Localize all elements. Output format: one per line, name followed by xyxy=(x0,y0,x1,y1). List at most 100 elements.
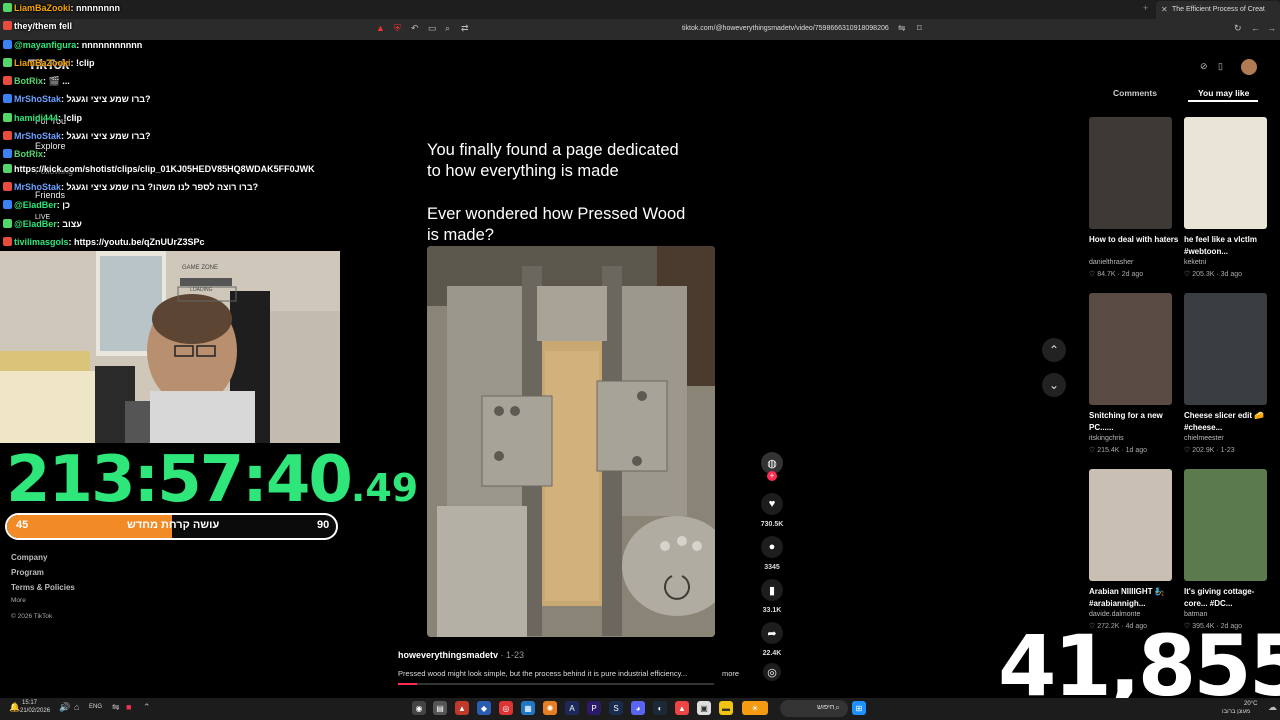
music-disc-icon[interactable]: ◎ xyxy=(763,663,781,681)
taskbar-word-icon[interactable]: ▦ xyxy=(521,701,535,715)
recommended-author[interactable]: chielmeester xyxy=(1184,435,1224,442)
chat-username[interactable]: @mayanfigura xyxy=(14,40,76,50)
video-player[interactable] xyxy=(427,246,715,637)
language-indicator[interactable]: ENG xyxy=(89,704,102,710)
nav-forward-icon[interactable]: → xyxy=(1267,23,1276,33)
recommended-age: 1-23 xyxy=(1220,447,1235,454)
share-url-icon[interactable]: ⇋ xyxy=(898,23,906,34)
bookmark-icon[interactable]: ⌑ xyxy=(917,23,922,34)
close-tab-icon[interactable]: ✕ xyxy=(1161,5,1168,14)
browser-tab[interactable]: ✕ The Efficient Process of Creat xyxy=(1156,1,1280,19)
recommended-title[interactable]: Snitching for a new PC...... xyxy=(1089,410,1179,434)
recording-icon[interactable]: ▲ xyxy=(376,23,385,33)
recommended-title[interactable]: Arabian NIIIIGHT 🧞 #arabiannigh... xyxy=(1089,586,1179,610)
taskbar-ae-icon[interactable]: A xyxy=(565,701,579,715)
taskbar-brave-icon[interactable]: ▲ xyxy=(455,701,469,715)
recommended-thumbnail[interactable] xyxy=(1089,117,1172,229)
recommended-author[interactable]: itskingchris xyxy=(1089,435,1124,442)
translate-icon[interactable]: ⇄ xyxy=(461,23,469,34)
recommended-thumbnail[interactable] xyxy=(1184,293,1267,405)
chat-username[interactable]: BotRix xyxy=(14,76,43,86)
taskbar-app-icon[interactable]: ▤ xyxy=(433,701,447,715)
taskbar-steam-icon[interactable]: ◐ xyxy=(653,701,667,715)
clock-date[interactable]: 21/02/2026 xyxy=(20,708,50,714)
taskbar-ps-icon[interactable]: S xyxy=(609,701,623,715)
taskbar-blender-icon[interactable]: ✺ xyxy=(543,701,557,715)
recommended-thumbnail[interactable] xyxy=(1184,117,1267,229)
footer-more[interactable]: More xyxy=(11,597,26,604)
chat-username[interactable]: hamidi444 xyxy=(14,113,58,123)
chat-username[interactable]: BotRix xyxy=(14,149,43,159)
next-video-button[interactable]: ⌄ xyxy=(1042,373,1066,397)
tray-app-icon[interactable]: ■ xyxy=(126,702,131,712)
webcam-image xyxy=(0,251,340,443)
chat-text: : ברו שמע ציצי וגעגל? xyxy=(61,131,151,141)
taskbar-store-icon[interactable]: ▣ xyxy=(697,701,711,715)
recommended-title[interactable]: Cheese slicer edit 🧀 #cheese... xyxy=(1184,410,1274,434)
video-progress[interactable] xyxy=(398,683,714,685)
taskbar-vscode-icon[interactable]: ◆ xyxy=(477,701,491,715)
phone-icon[interactable]: ▯ xyxy=(1218,61,1223,72)
tab-comments[interactable]: Comments xyxy=(1113,88,1157,98)
weather-temp[interactable]: 20°C xyxy=(1244,701,1257,707)
chat-username[interactable]: @EladBer xyxy=(14,219,57,229)
comment-icon[interactable]: ● xyxy=(761,536,783,558)
chat-username[interactable]: @EladBer xyxy=(14,200,57,210)
chat-username[interactable]: MrShoStak xyxy=(14,182,61,192)
recommended-title[interactable]: How to deal with haters xyxy=(1089,234,1179,246)
recommended-title[interactable]: he feel like a vlctlm #webtoon... xyxy=(1184,234,1274,258)
chat-username[interactable]: LiamBaZooki xyxy=(14,58,71,68)
share-icon[interactable]: ➦ xyxy=(761,622,783,644)
chat-username[interactable]: LiamBaZooki xyxy=(14,3,71,13)
follow-plus-icon[interactable]: + xyxy=(767,471,777,481)
chat-text: : ברו שמע ציצי וגעגל? xyxy=(61,94,151,104)
taskbar-obs-icon[interactable]: ◉ xyxy=(412,701,426,715)
taskbar-brave2-icon[interactable]: ▲ xyxy=(675,701,689,715)
webcam-sign-loading: LOADING xyxy=(190,287,213,293)
weather-icon[interactable]: ☁ xyxy=(1268,702,1277,713)
tab-you-may-like[interactable]: You may like xyxy=(1198,88,1249,98)
shield-icon[interactable]: ⛨ xyxy=(394,23,401,34)
recommended-author[interactable]: keketni xyxy=(1184,259,1206,266)
tray-chevron-icon[interactable]: ⌃ xyxy=(143,702,151,713)
recommended-thumbnail[interactable] xyxy=(1089,293,1172,405)
search-icon[interactable]: ⌕ xyxy=(445,23,450,34)
network-icon[interactable]: ⌂ xyxy=(74,702,79,712)
profile-avatar[interactable] xyxy=(1241,59,1257,75)
weather-desc[interactable]: מעונן ברובו xyxy=(1222,709,1250,715)
author-name[interactable]: howeverythingsmadetv xyxy=(398,650,498,660)
footer-program[interactable]: Program xyxy=(11,568,44,577)
taskbar-weather-widget-icon[interactable]: ☀ xyxy=(742,701,768,715)
footer-company[interactable]: Company xyxy=(11,553,47,562)
recommended-author[interactable]: danielthrasher xyxy=(1089,259,1133,266)
taskbar-chrome-icon[interactable]: ◎ xyxy=(499,701,513,715)
start-button-icon[interactable]: ⊞ xyxy=(852,701,866,715)
save-icon[interactable]: ▮ xyxy=(761,579,783,601)
recommended-thumbnail[interactable] xyxy=(1184,469,1267,581)
taskbar-explorer-icon[interactable]: ▬ xyxy=(719,701,733,715)
recommended-thumbnail[interactable] xyxy=(1089,469,1172,581)
timer-icon[interactable]: ⊘ xyxy=(1200,61,1208,72)
clock-time[interactable]: 15:17 xyxy=(22,700,37,706)
chat-username[interactable]: MrShoStak xyxy=(14,131,61,141)
more-link[interactable]: more xyxy=(722,669,739,678)
footer-terms[interactable]: Terms & Policies xyxy=(11,583,75,592)
usb-icon[interactable]: ⇋ xyxy=(112,702,120,713)
notification-icon[interactable]: 🔔 xyxy=(9,702,20,713)
taskbar-pr-icon[interactable]: P xyxy=(587,701,601,715)
recommended-title[interactable]: It's giving cottage-core... #DC... xyxy=(1184,586,1274,610)
taskbar-search-icon[interactable]: ⌕ xyxy=(835,702,840,713)
volume-icon[interactable]: 🔊 xyxy=(59,702,70,713)
like-icon[interactable]: ♥ xyxy=(761,493,783,515)
reload-icon[interactable]: ↻ xyxy=(1234,23,1242,34)
sidebar-icon[interactable]: ▭ xyxy=(428,23,437,34)
chat-username[interactable]: tivilimasgols xyxy=(14,237,69,247)
url-field[interactable]: tiktok.com/@howeverythingsmadetv/video/7… xyxy=(682,25,889,32)
video-author[interactable]: howeverythingsmadetv · 1-23 xyxy=(398,650,524,660)
back-icon[interactable]: ↶ xyxy=(411,23,419,34)
taskbar-discord-icon[interactable]: ◕ xyxy=(631,701,645,715)
previous-video-button[interactable]: ⌃ xyxy=(1042,338,1066,362)
new-tab-icon[interactable]: + xyxy=(1143,3,1148,13)
nav-back-icon[interactable]: ← xyxy=(1251,23,1260,33)
chat-username[interactable]: MrShoStak xyxy=(14,94,61,104)
